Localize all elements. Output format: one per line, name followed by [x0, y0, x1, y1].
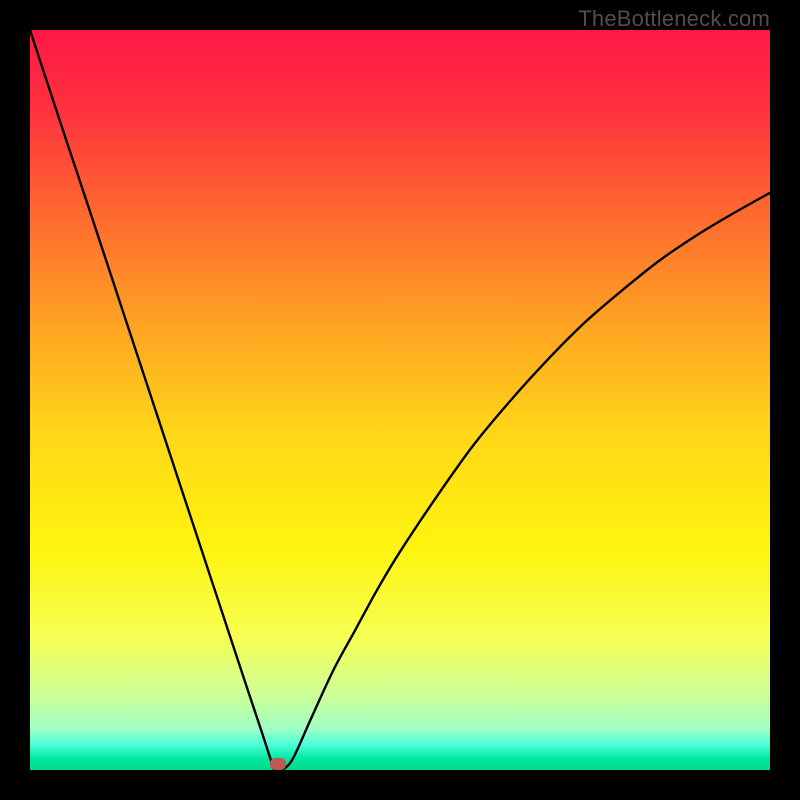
watermark-text: TheBottleneck.com: [578, 6, 770, 32]
minimum-marker: [270, 758, 286, 770]
chart-frame: TheBottleneck.com: [0, 0, 800, 800]
plot-area: [30, 30, 770, 770]
curve-line: [30, 30, 770, 770]
